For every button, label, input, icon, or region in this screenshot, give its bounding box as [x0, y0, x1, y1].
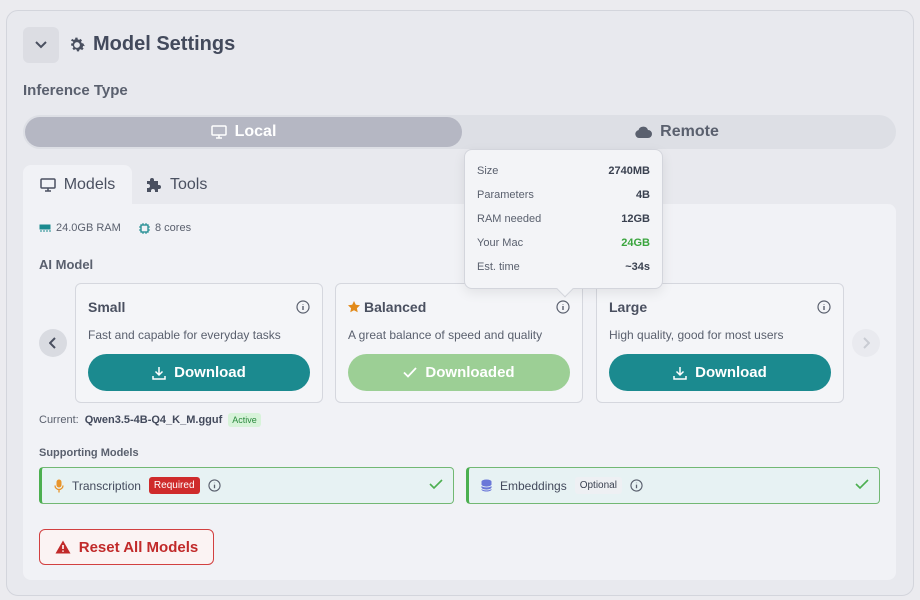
- puzzle-icon: [147, 178, 161, 192]
- model-description: A great balance of speed and quality: [348, 328, 543, 342]
- reset-all-models-button[interactable]: Reset All Models: [39, 529, 214, 565]
- check-icon: [403, 367, 418, 378]
- info-icon[interactable]: [556, 300, 570, 314]
- tab-tools-label: Tools: [170, 176, 208, 193]
- remote-option[interactable]: Remote: [460, 117, 894, 147]
- database-icon: [481, 479, 492, 492]
- current-model: Current: Qwen3.5-4B-Q4_K_M.gguf Active: [39, 413, 261, 427]
- model-info-tooltip: Size 2740MB Parameters 4B RAM needed 12GB Y…: [464, 149, 663, 298]
- info-icon[interactable]: [207, 479, 221, 492]
- model-description: Fast and capable for everyday tasks: [88, 328, 281, 342]
- status-badge: Active: [228, 413, 261, 427]
- inference-type-label: Inference Type: [23, 82, 128, 99]
- cloud-icon: [635, 126, 653, 138]
- tab-models[interactable]: Models: [23, 165, 132, 205]
- tooltip-row-parameters: Parameters 4B: [477, 189, 650, 201]
- required-badge: Required: [148, 477, 200, 494]
- download-button[interactable]: Download: [88, 354, 310, 391]
- transcription-label: Transcription: [72, 478, 141, 493]
- monitor-icon: [210, 125, 227, 139]
- supporting-model-embeddings: Embeddings Optional: [466, 467, 880, 504]
- model-card-balanced[interactable]: Balanced A great balance of speed and qu…: [335, 283, 583, 403]
- download-icon: [673, 366, 687, 380]
- collapse-toggle-button[interactable]: [23, 27, 59, 63]
- model-description: High quality, good for most users: [609, 328, 784, 342]
- inference-type-toggle: Local Remote: [23, 115, 896, 149]
- check-icon: [429, 479, 443, 490]
- ram-spec: 24.0GB RAM: [39, 222, 121, 234]
- carousel-next-button[interactable]: [852, 329, 880, 357]
- tooltip-row-your-mac: Your Mac 24GB: [477, 237, 650, 249]
- current-model-file: Qwen3.5-4B-Q4_K_M.gguf: [84, 414, 223, 426]
- downloaded-button: Downloaded: [348, 354, 570, 391]
- supporting-model-transcription: Transcription Required: [39, 467, 454, 504]
- model-name: Large: [609, 299, 648, 315]
- cpu-icon: [139, 222, 150, 234]
- current-label: Current:: [39, 414, 79, 426]
- monitor-icon: [39, 178, 56, 192]
- tooltip-row-est-time: Est. time ~34s: [477, 261, 650, 273]
- model-name: Balanced: [348, 299, 426, 315]
- gear-icon: [70, 37, 85, 51]
- model-card-large[interactable]: Large High quality, good for most users …: [596, 283, 844, 403]
- check-icon: [855, 479, 869, 490]
- warning-icon: [55, 540, 71, 554]
- page-title: Model Settings: [67, 33, 235, 56]
- chevron-right-icon: [863, 337, 870, 349]
- model-name: Small: [88, 299, 126, 315]
- local-label: Local: [234, 123, 277, 140]
- chevron-down-icon: [35, 41, 47, 49]
- tooltip-row-ram: RAM needed 12GB: [477, 213, 650, 225]
- tooltip-row-size: Size 2740MB: [477, 165, 650, 177]
- supporting-models-label: Supporting Models: [39, 447, 139, 459]
- embeddings-label: Embeddings: [500, 478, 567, 493]
- info-icon[interactable]: [817, 300, 831, 314]
- microphone-icon: [54, 479, 64, 492]
- remote-label: Remote: [660, 123, 719, 140]
- info-icon[interactable]: [296, 300, 310, 314]
- title-text: Model Settings: [93, 33, 236, 55]
- ai-model-label: AI Model: [39, 257, 94, 272]
- local-option[interactable]: Local: [25, 117, 462, 147]
- download-icon: [152, 366, 166, 380]
- carousel-prev-button[interactable]: [39, 329, 67, 357]
- download-button[interactable]: Download: [609, 354, 831, 391]
- tab-models-label: Models: [63, 176, 116, 193]
- star-icon: [348, 301, 360, 313]
- model-card-small[interactable]: Small Fast and capable for everyday task…: [75, 283, 323, 403]
- chevron-left-icon: [49, 337, 56, 349]
- tab-tools[interactable]: Tools: [146, 165, 207, 205]
- cores-spec: 8 cores: [139, 222, 191, 234]
- info-icon[interactable]: [630, 479, 643, 492]
- optional-badge: Optional: [574, 477, 622, 494]
- memory-icon: [39, 224, 51, 232]
